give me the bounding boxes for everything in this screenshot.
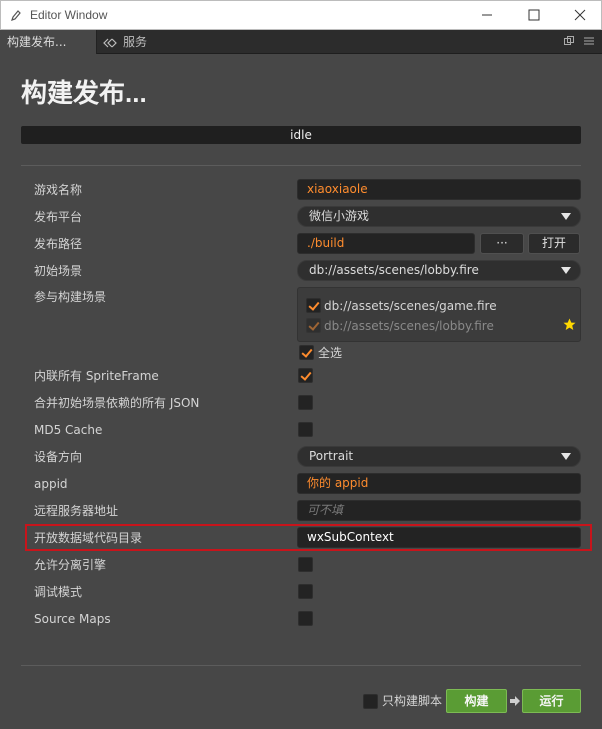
- tab-build[interactable]: 构建发布...: [0, 30, 97, 54]
- source-maps-label: Source Maps: [34, 612, 111, 626]
- debug-mode-checkbox[interactable]: [298, 584, 313, 599]
- status-bar: idle: [21, 126, 581, 144]
- game-name-input[interactable]: xiaoxiaole: [297, 179, 581, 200]
- footer-divider: [21, 665, 581, 666]
- start-scene-select[interactable]: db://assets/scenes/lobby.fire: [297, 260, 581, 281]
- inline-spriteframe-label: 内联所有 SpriteFrame: [34, 369, 159, 383]
- minimize-icon: [482, 14, 492, 16]
- orientation-label: 设备方向: [34, 450, 83, 464]
- maximize-icon: [528, 9, 540, 21]
- appid-label: appid: [34, 477, 68, 491]
- scene-checkbox: [306, 318, 321, 333]
- browse-button[interactable]: ···: [480, 233, 524, 254]
- caret-down-icon: [561, 213, 571, 220]
- appid-input[interactable]: 你的 appid: [297, 473, 581, 494]
- caret-down-icon: [561, 453, 571, 460]
- orientation-value: Portrait: [309, 449, 354, 463]
- run-button[interactable]: 运行: [522, 689, 581, 713]
- game-name-label: 游戏名称: [34, 183, 83, 197]
- tab-services[interactable]: 服务: [103, 30, 147, 54]
- caret-down-icon: [561, 267, 571, 274]
- merge-json-label: 合并初始场景依赖的所有 JSON: [34, 396, 200, 410]
- scene-path: db://assets/scenes/game.fire: [324, 299, 497, 313]
- tab-services-label: 服务: [123, 35, 148, 49]
- scene-item[interactable]: db://assets/scenes/game.fire: [306, 297, 566, 315]
- arrow-right-icon: [510, 696, 520, 706]
- scene-path: db://assets/scenes/lobby.fire: [324, 319, 494, 333]
- tab-bar: 构建发布... 服务: [0, 30, 602, 54]
- window-titlebar: Editor Window: [0, 0, 602, 30]
- header-divider: [21, 165, 581, 166]
- start-scene-label: 初始场景: [34, 264, 83, 278]
- tab-build-label: 构建发布...: [7, 35, 67, 49]
- open-folder-button[interactable]: 打开: [528, 233, 580, 254]
- platform-label: 发布平台: [34, 210, 83, 224]
- debug-mode-label: 调试模式: [34, 585, 83, 599]
- scene-list: db://assets/scenes/game.fire db://assets…: [297, 287, 581, 342]
- build-path-label: 发布路径: [34, 237, 83, 251]
- orientation-select[interactable]: Portrait: [297, 446, 581, 467]
- select-all-checkbox[interactable]: [299, 345, 314, 360]
- md5-cache-label: MD5 Cache: [34, 423, 103, 437]
- build-path-input[interactable]: ./build: [297, 233, 475, 254]
- minimize-button[interactable]: [464, 1, 510, 29]
- page-title: 构建发布...: [21, 78, 147, 108]
- inline-spriteframe-checkbox[interactable]: [298, 368, 313, 383]
- popout-icon[interactable]: [564, 36, 574, 46]
- star-icon: [563, 318, 576, 330]
- scene-checkbox[interactable]: [306, 298, 321, 313]
- scene-item: db://assets/scenes/lobby.fire: [306, 317, 576, 335]
- merge-json-checkbox[interactable]: [298, 395, 313, 410]
- separate-engine-label: 允许分离引擎: [34, 558, 107, 572]
- build-script-only-checkbox[interactable]: [363, 694, 378, 709]
- build-script-only-label: 只构建脚本: [382, 694, 443, 708]
- platform-select[interactable]: 微信小游戏: [297, 206, 581, 227]
- select-all-label: 全选: [318, 346, 343, 360]
- remote-server-input[interactable]: 可不填: [297, 500, 581, 521]
- included-scenes-label: 参与构建场景: [34, 290, 107, 304]
- tab-controls: [564, 36, 594, 46]
- services-icon: [103, 38, 117, 47]
- md5-cache-checkbox[interactable]: [298, 422, 313, 437]
- menu-icon[interactable]: [584, 36, 594, 46]
- source-maps-checkbox[interactable]: [298, 611, 313, 626]
- start-scene-value: db://assets/scenes/lobby.fire: [309, 263, 479, 277]
- pencil-icon: [11, 10, 21, 21]
- platform-value: 微信小游戏: [309, 209, 370, 223]
- remote-server-label: 远程服务器地址: [34, 504, 119, 518]
- separate-engine-checkbox[interactable]: [298, 557, 313, 572]
- subcontext-input[interactable]: wxSubContext: [297, 527, 581, 548]
- build-button[interactable]: 构建: [446, 689, 507, 713]
- maximize-button[interactable]: [511, 1, 557, 29]
- close-icon: [574, 9, 586, 21]
- close-button[interactable]: [557, 1, 602, 29]
- window-title: Editor Window: [30, 8, 108, 22]
- subcontext-label: 开放数据域代码目录: [34, 531, 143, 545]
